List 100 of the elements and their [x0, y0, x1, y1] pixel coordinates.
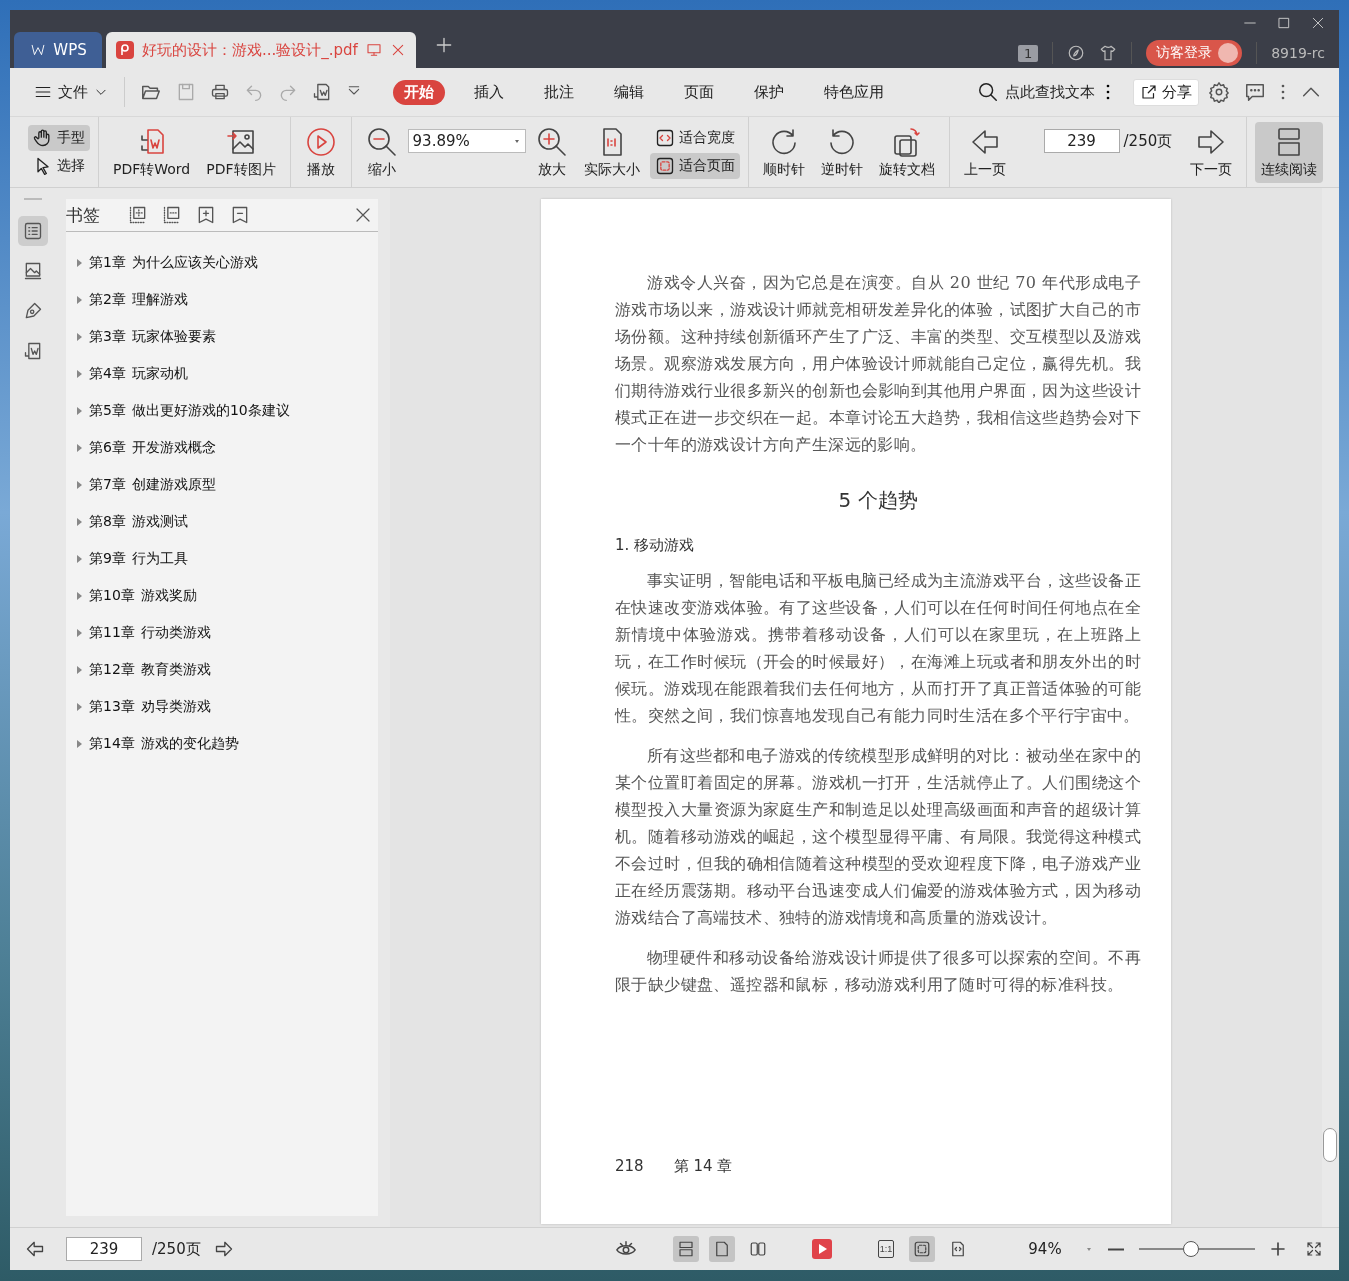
- ribbon-tab[interactable]: 编辑: [603, 79, 655, 105]
- save-icon: [176, 82, 196, 102]
- expand-all-icon: [128, 205, 148, 225]
- body-paragraph: 事实证明，智能电话和平板电脑已经成为主流游戏平台，这些设备正在快速改变游戏体验。有了这些设备，人们可以在任何时间任何地点在全新情境中体验游戏。携带着移动设备，人们可以在家里玩，在上班路上玩，在工作时候玩（开会的时候最好），在海滩上玩或者和朋友外出的时候玩。游戏现在能跟着我们去任何地方，从而打开了真正普适体验的可能性。突然之间，我们惊喜地发现自己有能力同时生活在多个平行宇宙中。: [615, 570, 1141, 727]
- settings-icon: [1208, 81, 1230, 103]
- fit-page-icon: [913, 1240, 931, 1258]
- next-page-button[interactable]: 下一页: [1184, 121, 1239, 183]
- page-number: 218: [615, 1157, 644, 1176]
- play-button[interactable]: 播放: [298, 121, 343, 183]
- play-icon: [812, 1239, 832, 1259]
- ribbon-tab[interactable]: 页面: [673, 79, 725, 105]
- ribbon-tab[interactable]: 插入: [463, 79, 515, 105]
- pdf-file-icon: [116, 41, 134, 59]
- body-paragraph: 游戏令人兴奋，因为它总是在演变。自从 20 世纪 70 年代形成电子游戏市场以来，游戏设计师就竞相研发差异化的体验，试图扩大自己的市场份额。这种持续创新循环产生了广泛、丰富的类型、交互模型以及游戏场景。观察游戏发展方向，用户体验设计师就能自己定位，赢得先机。我们期待游戏行业很多新兴的创新也会影响到其他用户界面，因为这些设计模式正在进一步交织在一起。本章讨论五大趋势，我相信这些趋势会对下一个十年的游戏设计方向产生深远的影响。: [615, 272, 1141, 456]
- bookmark-item[interactable]: 第8章 游戏测试: [76, 503, 378, 540]
- fit-page-button[interactable]: 适合页面: [649, 153, 740, 179]
- scrollbar-thumb[interactable]: [1323, 1128, 1337, 1162]
- more-icon: [1280, 83, 1286, 101]
- right-arrow-icon: [213, 1239, 234, 1259]
- fit-page-icon: [654, 156, 675, 176]
- pdf-to-image-button[interactable]: PDF转图片: [200, 121, 282, 183]
- rotate-document-button[interactable]: 旋转文档: [872, 121, 941, 183]
- page-total: /250页: [1123, 132, 1173, 151]
- zoom-in-icon: [535, 125, 568, 158]
- bookmark-item[interactable]: 第6章 开发游戏概念: [76, 429, 378, 466]
- bookmark-icon: [230, 205, 250, 225]
- fit-page-button[interactable]: [909, 1236, 935, 1262]
- hand-tool-button[interactable]: 手型: [28, 125, 90, 151]
- minus-icon: [1108, 1247, 1124, 1251]
- continuous-reading-button[interactable]: 连续阅读: [1255, 121, 1324, 183]
- bookmark-item[interactable]: 第1章 为什么应该关心游戏: [76, 244, 378, 281]
- page-number-field[interactable]: 239: [66, 1237, 142, 1261]
- undo-icon: [244, 82, 264, 102]
- select-tool-button[interactable]: 选择: [28, 153, 90, 179]
- more-icon: [1105, 83, 1111, 101]
- hand-icon: [33, 128, 53, 148]
- play-button[interactable]: [809, 1236, 835, 1262]
- caret-down-icon: [1085, 1245, 1093, 1253]
- actual-size-button[interactable]: 实际大小: [577, 121, 646, 183]
- window-count-badge[interactable]: 1: [1017, 44, 1039, 62]
- rotate-counterclockwise-button[interactable]: 逆时针: [814, 121, 869, 183]
- close-icon: [354, 206, 372, 224]
- fit-width-button[interactable]: 适合宽度: [649, 125, 740, 151]
- ribbon-tab[interactable]: 批注: [533, 79, 585, 105]
- fit-width-icon: [949, 1240, 967, 1258]
- bookmark-item[interactable]: 第3章 玩家体验要素: [76, 318, 378, 355]
- bookmark-item[interactable]: 第13章 劝导类游戏: [76, 688, 378, 725]
- view-mode-button[interactable]: [709, 1236, 735, 1262]
- bookmark-item[interactable]: 第12章 教育类游戏: [76, 651, 378, 688]
- file-menu[interactable]: 文件: [28, 79, 114, 105]
- bookmarks-panel-button[interactable]: [17, 216, 48, 246]
- guest-login-button[interactable]: 访客登录: [1146, 40, 1243, 66]
- ribbon-tab[interactable]: 特色应用: [813, 79, 895, 105]
- app-tab[interactable]: WPS: [14, 32, 102, 68]
- subsection-heading: 1. 移动游戏: [615, 536, 696, 555]
- ribbon-tab[interactable]: 保护: [743, 79, 795, 105]
- zoom-out-button[interactable]: 缩小: [359, 121, 404, 183]
- redo-icon: [278, 82, 298, 102]
- bookmark-item[interactable]: 第10章 游戏奖励: [76, 577, 378, 614]
- zoom-field[interactable]: 93.89%: [407, 129, 526, 153]
- image-icon: [22, 261, 43, 281]
- print-icon: [210, 82, 230, 102]
- bookmark-item[interactable]: 第14章 游戏的变化趋势: [76, 725, 378, 762]
- share-icon: [1140, 83, 1158, 101]
- ribbon-tab[interactable]: 开始: [393, 79, 445, 105]
- bookmark-item[interactable]: 第2章 理解游戏: [76, 281, 378, 318]
- rotate-clockwise-button[interactable]: 顺时针: [756, 121, 811, 183]
- left-arrow-icon: [25, 1239, 45, 1259]
- bookmark-item[interactable]: 第7章 创建游戏原型: [76, 466, 378, 503]
- panel-title: 书签: [66, 203, 100, 227]
- slider-thumb[interactable]: [1183, 1241, 1200, 1257]
- section-heading: 5 个趋势: [837, 487, 919, 514]
- previous-page-button[interactable]: 上一页: [957, 121, 1012, 183]
- shirt-icon: [1099, 44, 1118, 62]
- fit-width-icon: [654, 128, 675, 148]
- page-total: /250页: [152, 1239, 201, 1259]
- document-tab[interactable]: 好玩的设计：游戏...验设计_.pdf: [106, 32, 416, 68]
- bookmark-item[interactable]: 第4章 玩家动机: [76, 355, 378, 392]
- export-word-icon: [22, 341, 43, 361]
- bookmark-item[interactable]: 第5章 做出更好游戏的10条建议: [76, 392, 378, 429]
- avatar-icon: [1218, 43, 1239, 63]
- search-button[interactable]: 点此查找文本: [971, 78, 1101, 106]
- pdf-to-word-button[interactable]: PDF转Word: [107, 121, 197, 183]
- share-button[interactable]: 分享: [1133, 78, 1199, 106]
- page-number-field[interactable]: 239: [1043, 129, 1120, 153]
- zoom-in-button[interactable]: 放大: [529, 121, 574, 183]
- view-mode-button[interactable]: [673, 1236, 699, 1262]
- single-page-icon: [713, 1240, 731, 1258]
- zoom-level: 94%: [1027, 1240, 1063, 1258]
- export-word-icon: [312, 82, 332, 102]
- body-paragraph: 物理硬件和移动设备给游戏设计师提供了很多可以探索的空间。不再限于缺少键盘、遥控器和鼠标，移动游戏利用了随时可得的标准科技。: [615, 947, 1141, 996]
- add-bookmark-icon: [196, 205, 216, 225]
- comment-icon: [1244, 81, 1266, 103]
- bookmark-item[interactable]: 第11章 行动类游戏: [76, 614, 378, 651]
- play-icon: [304, 125, 337, 158]
- continuous-pages-icon: [677, 1240, 695, 1258]
- maximize-icon: [1277, 16, 1291, 30]
- plus-icon: [1269, 1240, 1287, 1258]
- bookmark-item[interactable]: 第9章 行为工具: [76, 540, 378, 577]
- actual-size-button[interactable]: 1:1: [873, 1236, 899, 1262]
